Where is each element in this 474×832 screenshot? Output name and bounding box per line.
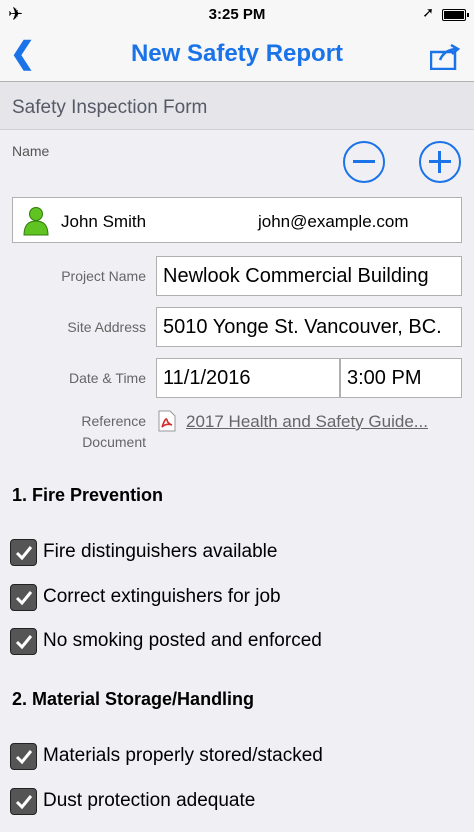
checkbox-checked-icon[interactable]: [10, 743, 37, 770]
form-header: Safety Inspection Form: [0, 82, 474, 130]
remove-name-button[interactable]: [343, 141, 385, 183]
checklist-item-label: Correct extinguishers for job: [43, 586, 281, 607]
checkbox-checked-icon[interactable]: [10, 584, 37, 611]
reference-label-line1: Reference: [81, 413, 146, 429]
add-name-button[interactable]: [419, 141, 461, 183]
checklist-item-label: No smoking posted and enforced: [43, 630, 322, 651]
contact-name: John Smith: [61, 212, 147, 231]
checklist-item-label: Materials properly stored/stacked: [43, 745, 323, 766]
name-label: Name: [12, 143, 50, 159]
battery-icon: [442, 9, 469, 21]
status-time: 3:25 PM: [208, 6, 266, 23]
minus-icon: [353, 160, 375, 163]
section-title: 2. Material Storage/Handling: [12, 689, 255, 709]
page-title: New Safety Report: [130, 40, 344, 67]
checkbox-checked-icon[interactable]: [10, 539, 37, 566]
site-address-label: Site Address: [67, 319, 146, 335]
checklist-item-label: Dust protection adequate: [43, 790, 256, 811]
datetime-label: Date & Time: [68, 370, 146, 386]
contact-email: john@example.com: [258, 212, 409, 231]
contact-row[interactable]: John Smith john@example.com: [12, 197, 462, 243]
site-address-field[interactable]: 5010 Yonge St. Vancouver, BC.: [156, 307, 462, 347]
time-field[interactable]: 3:00 PM: [340, 358, 462, 398]
reference-label-line2: Document: [82, 434, 146, 450]
project-name-label: Project Name: [61, 268, 146, 284]
pdf-icon: [158, 410, 176, 432]
project-name-field[interactable]: Newlook Commercial Building: [156, 256, 462, 296]
checkbox-checked-icon[interactable]: [10, 628, 37, 655]
status-bar: ✈ 3:25 PM ➚: [0, 0, 474, 30]
reference-document-link[interactable]: 2017 Health and Safety Guide...: [186, 412, 428, 432]
checklist-item-label: Fire distinguishers available: [43, 541, 278, 562]
form-title: Safety Inspection Form: [12, 97, 208, 118]
location-arrow-icon: ➚: [422, 4, 434, 20]
section-title: 1. Fire Prevention: [12, 485, 164, 505]
checkbox-checked-icon[interactable]: [10, 788, 37, 815]
date-field[interactable]: 11/1/2016: [156, 358, 340, 398]
share-icon[interactable]: [430, 44, 460, 70]
person-avatar-icon: [23, 207, 49, 236]
navigation-bar: ❮ New Safety Report: [0, 30, 474, 82]
